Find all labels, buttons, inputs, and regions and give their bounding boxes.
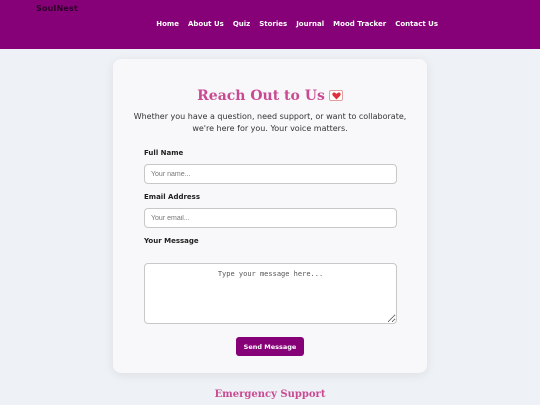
love-letter-icon — [328, 89, 343, 101]
emergency-support-heading: Emergency Support — [214, 389, 326, 400]
message-label: Your Message — [144, 237, 199, 245]
email-input[interactable] — [144, 208, 397, 228]
email-label: Email Address — [144, 193, 201, 201]
nav-about-us[interactable]: About Us — [188, 20, 224, 28]
nav-mood-tracker[interactable]: Mood Tracker — [333, 20, 386, 28]
full-name-input[interactable] — [144, 164, 397, 184]
contact-card: Reach Out to Us Whether you have a quest… — [113, 59, 427, 373]
contact-title-text: Reach Out to Us — [197, 88, 325, 104]
top-navbar: SoulNest Home About Us Quiz Stories Jour… — [0, 0, 540, 49]
nav-contact-us[interactable]: Contact Us — [395, 20, 438, 28]
message-textarea[interactable] — [144, 263, 397, 324]
contact-title: Reach Out to Us — [113, 88, 427, 104]
send-message-button[interactable]: Send Message — [236, 337, 304, 356]
main-nav: Home About Us Quiz Stories Journal Mood … — [156, 20, 438, 28]
nav-stories[interactable]: Stories — [259, 20, 287, 28]
nav-journal[interactable]: Journal — [296, 20, 324, 28]
nav-quiz[interactable]: Quiz — [233, 20, 250, 28]
contact-intro: Whether you have a question, need suppor… — [133, 112, 407, 133]
site-logo[interactable]: SoulNest — [36, 4, 78, 13]
full-name-label: Full Name — [144, 149, 184, 157]
nav-home[interactable]: Home — [156, 20, 179, 28]
